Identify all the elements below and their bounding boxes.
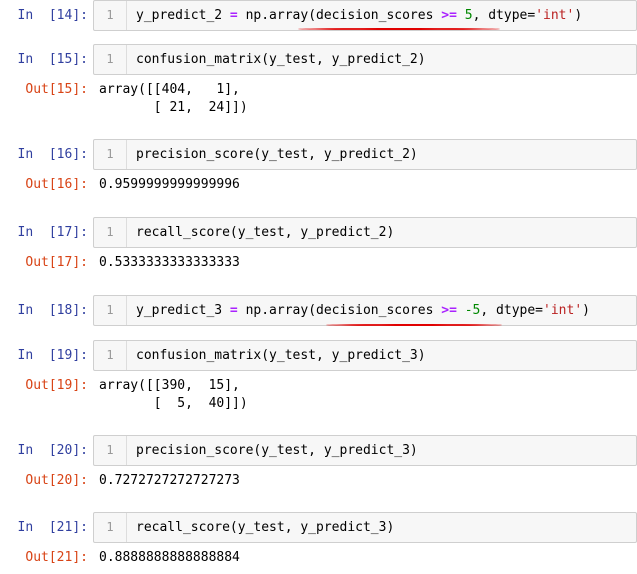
cell-output: array([[404, 1], [ 21, 24]]) (99, 82, 248, 115)
line-number: 1 (94, 436, 127, 465)
code-input[interactable]: 1 recall_score(y_test, y_predict_3) (93, 512, 637, 543)
out-prompt: Out[17]: (25, 255, 88, 270)
code-text[interactable]: confusion_matrix(y_test, y_predict_2) (136, 45, 426, 74)
in-prompt: In [16]: (17, 147, 88, 162)
line-number: 1 (94, 140, 127, 169)
line-number: 1 (94, 45, 127, 74)
code-text[interactable]: y_predict_2 = np.array(decision_scores >… (136, 1, 582, 30)
in-prompt: In [15]: (17, 52, 88, 67)
line-number: 1 (94, 513, 127, 542)
code-text[interactable]: recall_score(y_test, y_predict_3) (136, 513, 394, 542)
code-input[interactable]: 1 precision_score(y_test, y_predict_3) (93, 435, 637, 466)
out-prompt: Out[21]: (25, 550, 88, 565)
line-number: 1 (94, 341, 127, 370)
out-prompt: Out[20]: (25, 473, 88, 488)
in-prompt: In [17]: (17, 225, 88, 240)
code-text[interactable]: recall_score(y_test, y_predict_2) (136, 218, 394, 247)
code-input[interactable]: 1 confusion_matrix(y_test, y_predict_3) (93, 340, 637, 371)
in-prompt: In [19]: (17, 348, 88, 363)
cell-output: 0.9599999999999996 (99, 177, 240, 192)
in-prompt: In [20]: (17, 443, 88, 458)
line-number: 1 (94, 218, 127, 247)
line-number: 1 (94, 1, 127, 30)
code-text[interactable]: precision_score(y_test, y_predict_2) (136, 140, 418, 169)
in-prompt: In [21]: (17, 520, 88, 535)
cell-output: array([[390, 15], [ 5, 40]]) (99, 378, 248, 411)
code-text[interactable]: precision_score(y_test, y_predict_3) (136, 436, 418, 465)
code-input[interactable]: 1 precision_score(y_test, y_predict_2) (93, 139, 637, 170)
in-prompt: In [18]: (17, 303, 88, 318)
code-text[interactable]: confusion_matrix(y_test, y_predict_3) (136, 341, 426, 370)
code-input[interactable]: 1 y_predict_3 = np.array(decision_scores… (93, 295, 637, 326)
red-underline-annotation (298, 28, 500, 30)
in-prompt: In [14]: (17, 8, 88, 23)
code-input[interactable]: 1 recall_score(y_test, y_predict_2) (93, 217, 637, 248)
out-prompt: Out[16]: (25, 177, 88, 192)
out-prompt: Out[19]: (25, 378, 88, 393)
out-prompt: Out[15]: (25, 82, 88, 97)
code-text[interactable]: y_predict_3 = np.array(decision_scores >… (136, 296, 590, 325)
cell-output: 0.7272727272727273 (99, 473, 240, 488)
code-input[interactable]: 1 confusion_matrix(y_test, y_predict_2) (93, 44, 637, 75)
code-input[interactable]: 1 y_predict_2 = np.array(decision_scores… (93, 0, 637, 31)
line-number: 1 (94, 296, 127, 325)
red-underline-annotation (326, 324, 502, 326)
cell-output: 0.8888888888888884 (99, 550, 240, 565)
cell-output: 0.5333333333333333 (99, 255, 240, 270)
